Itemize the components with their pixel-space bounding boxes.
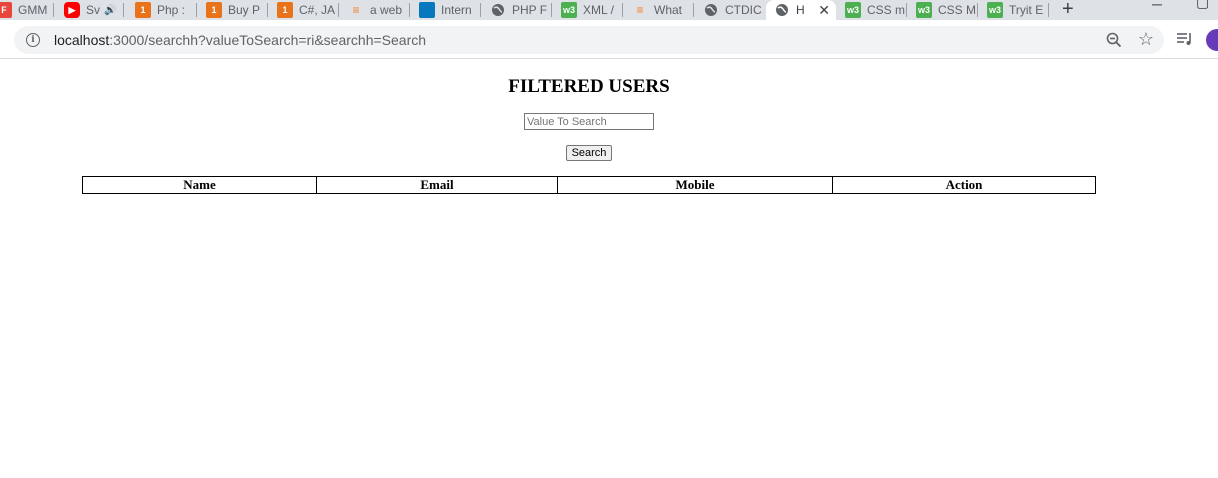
youtube-icon: ▶ (64, 2, 80, 18)
tab-intern[interactable]: Intern (419, 0, 481, 20)
tab-label: a web (370, 3, 403, 17)
stackoverflow-icon: ≡ (636, 3, 644, 17)
w3schools-icon: w3 (845, 2, 861, 18)
search-input[interactable] (524, 113, 654, 130)
tab-label: GMM (18, 3, 48, 17)
tab-label: Intern (441, 3, 472, 17)
drupal-icon (419, 2, 435, 18)
address-bar[interactable]: i localhost:3000/searchh?valueToSearch=r… (14, 26, 1164, 54)
tab-php[interactable]: 1 Php : (135, 0, 197, 20)
tab-xml[interactable]: w3 XML / (561, 0, 623, 20)
tab-label: Php : (157, 3, 186, 17)
column-header-email: Email (316, 176, 558, 194)
tab-ctdic[interactable]: CTDIC (703, 0, 765, 20)
w3schools-icon: w3 (561, 2, 577, 18)
tab-label: Buy P (228, 3, 261, 17)
orange-app-icon: 1 (135, 2, 151, 18)
tab-buy[interactable]: 1 Buy P (206, 0, 268, 20)
globe-icon (703, 2, 719, 18)
tab-label: CTDIC (725, 3, 762, 17)
w3schools-icon: w3 (916, 2, 932, 18)
tab-css-m2[interactable]: w3 CSS M (916, 0, 978, 20)
tab-css-m[interactable]: w3 CSS m (845, 0, 907, 20)
tab-gmm[interactable]: F GMM (0, 0, 54, 20)
media-control-icon[interactable] (1176, 30, 1194, 48)
minimize-icon[interactable]: ─ (1152, 0, 1162, 12)
table-header-row: Name Email Mobile Action (82, 176, 1096, 194)
globe-icon (774, 2, 790, 18)
page-content: FILTERED USERS Search Name Email Mobile … (0, 60, 1218, 478)
tab-label: CSS M (938, 3, 977, 17)
maximize-icon[interactable]: ▢ (1196, 0, 1209, 11)
bookmark-star-icon[interactable]: ☆ (1138, 29, 1154, 50)
w3schools-icon: w3 (987, 2, 1003, 18)
url-host: localhost (54, 32, 110, 48)
tab-label: PHP F (512, 3, 548, 17)
tab-label: Sv (86, 3, 101, 17)
tab-what[interactable]: ≡ What (632, 0, 694, 20)
users-table: Name Email Mobile Action (82, 176, 1096, 194)
orange-app-icon: 1 (277, 2, 293, 18)
flipboard-icon: F (0, 2, 12, 18)
url-path: :3000/searchh?valueToSearch=ri&searchh=S… (109, 32, 427, 48)
tab-label: C#, JA (299, 3, 336, 17)
column-header-mobile: Mobile (557, 176, 833, 194)
tab-active[interactable]: H ✕ (766, 0, 836, 20)
profile-avatar[interactable] (1206, 29, 1218, 51)
page-title: FILTERED USERS (508, 76, 670, 97)
tab-tryit[interactable]: w3 Tryit E (987, 0, 1049, 20)
column-header-action: Action (832, 176, 1096, 194)
tab-aweb[interactable]: ≡ a web (348, 0, 410, 20)
stackoverflow-icon: ≡ (352, 3, 360, 17)
search-button[interactable]: Search (566, 145, 612, 161)
close-tab-icon[interactable]: ✕ (818, 2, 836, 19)
tab-label: Tryit E (1009, 3, 1044, 17)
orange-app-icon: 1 (206, 2, 222, 18)
tab-strip: F GMM ▶ Sv 🔊 1 Php : 1 Buy P 1 C#, JA ≡ … (0, 0, 1218, 20)
tab-label: XML / (583, 3, 614, 17)
browser-toolbar: i localhost:3000/searchh?valueToSearch=r… (0, 20, 1218, 59)
zoom-icon[interactable] (1106, 32, 1122, 48)
tab-csharp[interactable]: 1 C#, JA (277, 0, 339, 20)
tab-php-f[interactable]: PHP F (490, 0, 552, 20)
column-header-name: Name (82, 176, 317, 194)
new-tab-button[interactable]: + (1062, 0, 1074, 20)
tab-label: CSS m (867, 3, 906, 17)
info-icon[interactable]: i (26, 33, 40, 47)
audio-playing-icon: 🔊 (104, 4, 117, 16)
tab-label: H (796, 3, 805, 17)
tab-label: What (654, 3, 683, 17)
url-text[interactable]: localhost:3000/searchh?valueToSearch=ri&… (54, 32, 426, 48)
tab-youtube[interactable]: ▶ Sv 🔊 (64, 0, 124, 20)
globe-icon (490, 2, 506, 18)
